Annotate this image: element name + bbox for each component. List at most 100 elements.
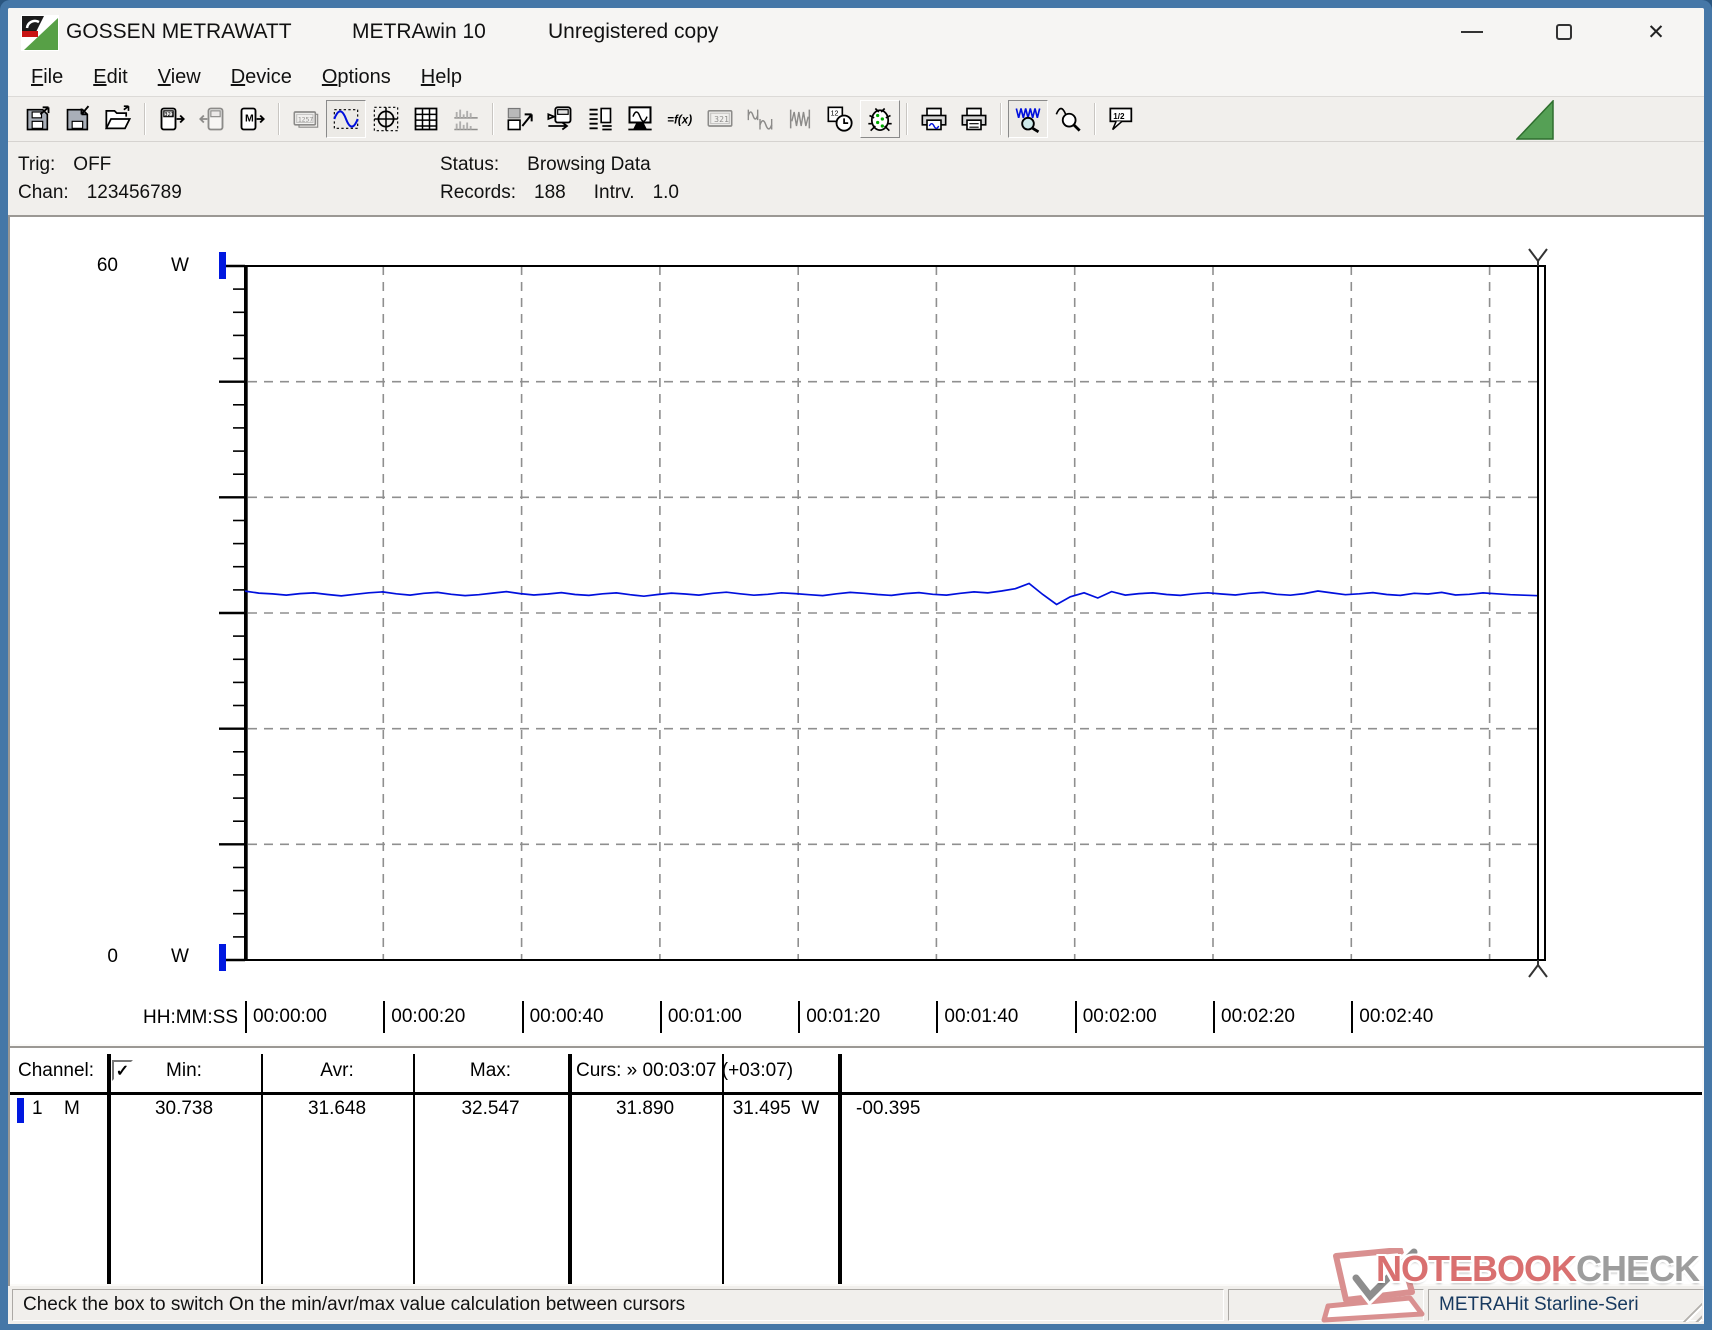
col-header-cursor: Curs: » 00:03:07 (+03:07): [576, 1060, 794, 1081]
print-preview-icon: [921, 107, 947, 131]
read-memory-button[interactable]: M: [232, 100, 272, 138]
brand-title: GOSSEN METRAWATT: [66, 20, 292, 43]
records-info: Records: 188 Intrv. 1.0: [440, 182, 679, 203]
save-button[interactable]: [58, 100, 98, 138]
open-button[interactable]: [98, 100, 138, 138]
x-axis-labels: HH:MM:SS 00:00:00 00:00:20 00:00:40 00:01:0…: [8, 1001, 1704, 1037]
time-clock-button[interactable]: 12: [820, 100, 860, 138]
channel-list-button[interactable]: [580, 100, 620, 138]
col-header-avr: Avr:: [320, 1060, 354, 1081]
col-header-min: Min:: [166, 1060, 202, 1081]
export-transfer-button[interactable]: [500, 100, 540, 138]
table-view-icon: [414, 107, 438, 131]
cell-cursor-delta: -00.395: [856, 1098, 921, 1119]
y-axis-max-label: 60: [96, 255, 118, 276]
monitor-view-icon: [628, 106, 652, 131]
minimize-icon: [1461, 31, 1483, 33]
zoom-out-button[interactable]: [1048, 100, 1088, 138]
cell-min: 30.738: [154, 1098, 214, 1119]
time-clock-icon: 12: [827, 106, 853, 132]
status-text: Status: Browsing Data: [440, 154, 651, 175]
menu-bar: File Edit View Device Options Help: [8, 58, 1704, 96]
x-tick-label: 00:00:00: [245, 1001, 327, 1033]
svg-text:=f(x): =f(x): [667, 114, 692, 127]
display-321-icon: 321: [707, 110, 733, 127]
svg-text:12: 12: [831, 111, 839, 118]
formula-icon: =f(x): [667, 114, 692, 127]
xy-view-button[interactable]: [366, 100, 406, 138]
compare-curves-icon: [747, 109, 773, 130]
resize-corner-triangle-icon: [1516, 100, 1554, 140]
x-tick-label: 00:02:00: [1074, 1001, 1157, 1033]
table-header-divider: [10, 1092, 1702, 1095]
menu-view[interactable]: View: [143, 62, 216, 93]
cursor-handle-bottom: [1528, 960, 1548, 978]
print-preview-button[interactable]: [914, 100, 954, 138]
y-axis-min-label: 0: [107, 946, 118, 967]
acquisition-info-panel: Trig: OFF Chan: 123456789 Status: Browsing …: [8, 142, 1704, 215]
annotation-icon: 1/2: [1109, 107, 1133, 131]
envelope-button: [780, 100, 820, 138]
x-tick-label: 00:01:40: [936, 1001, 1018, 1033]
channel-list-icon: [589, 107, 612, 131]
histogram-view-icon: [454, 109, 478, 131]
save-icon: [66, 105, 90, 131]
chart-view-button[interactable]: [326, 100, 366, 138]
print-icon: [961, 107, 987, 131]
svg-text:321: 321: [714, 114, 729, 124]
read-device-button[interactable]: 321: [152, 100, 192, 138]
statusbar-spacer: [1228, 1289, 1424, 1321]
menu-device[interactable]: Device: [216, 62, 307, 93]
histogram-view-button: [446, 100, 486, 138]
maximize-icon: [1556, 24, 1572, 40]
print-button[interactable]: [954, 100, 994, 138]
measurement-table: Channel: ✓ Min: Avr: Max: Curs: » 00:03:…: [8, 1046, 1704, 1286]
chart-panel[interactable]: 60 W 0 W HH:MM:SS 00:00:00 00:00:20 00:00:…: [8, 215, 1704, 1046]
x-tick-label: 00:01:20: [798, 1001, 880, 1033]
save-as-button[interactable]: [18, 100, 58, 138]
channel-row-marker: [17, 1098, 24, 1123]
menu-options[interactable]: Options: [307, 62, 406, 93]
toolbar-separator: [1000, 103, 1002, 135]
formula-button[interactable]: =f(x): [660, 100, 700, 138]
menu-file[interactable]: File: [16, 62, 78, 93]
status-bar: Check the box to switch On the min/avr/m…: [8, 1286, 1704, 1324]
x-tick-label: 00:02:40: [1351, 1001, 1433, 1033]
chart-view-icon: [333, 109, 359, 129]
svg-text:M: M: [245, 112, 254, 124]
toolbar: 321 M 1257 =f(x) 321 12 1/2: [8, 96, 1704, 142]
send-device-icon: [199, 107, 224, 131]
cell-channel-mode: M: [64, 1098, 80, 1119]
maximize-button[interactable]: [1538, 8, 1590, 56]
device-settings-icon: [547, 106, 572, 131]
read-device-icon: 321: [160, 107, 185, 131]
save-as-icon: [26, 106, 50, 131]
table-view-button[interactable]: [406, 100, 446, 138]
col-header-max: Max:: [469, 1060, 512, 1081]
read-memory-icon: M: [240, 107, 265, 131]
send-device-button: [192, 100, 232, 138]
export-transfer-icon: [507, 107, 533, 131]
channel-marker-bottom: [219, 944, 226, 971]
device-settings-button[interactable]: [540, 100, 580, 138]
channel-marker-top: [219, 252, 226, 279]
monitor-view-button[interactable]: [620, 100, 660, 138]
x-tick-label: 00:02:20: [1213, 1001, 1295, 1033]
menu-edit[interactable]: Edit: [78, 62, 142, 93]
channel-id: Chan: 123456789: [18, 182, 182, 203]
zoom-in-button[interactable]: [1008, 100, 1048, 138]
debug-bug-button[interactable]: [860, 100, 900, 138]
compare-curves-button: [740, 100, 780, 138]
table-column-divider: [838, 1054, 842, 1284]
numeric-display-icon: 1257: [293, 111, 319, 128]
table-column-divider: [413, 1054, 415, 1284]
toolbar-separator: [144, 103, 146, 135]
table-column-divider: [722, 1054, 724, 1284]
power-chart[interactable]: [8, 215, 1704, 1046]
menu-help[interactable]: Help: [406, 62, 477, 93]
annotation-button[interactable]: 1/2: [1102, 100, 1142, 138]
minimize-button[interactable]: [1446, 8, 1498, 56]
toolbar-separator: [906, 103, 908, 135]
close-button[interactable]: ✕: [1630, 8, 1682, 56]
envelope-icon: [789, 109, 811, 129]
